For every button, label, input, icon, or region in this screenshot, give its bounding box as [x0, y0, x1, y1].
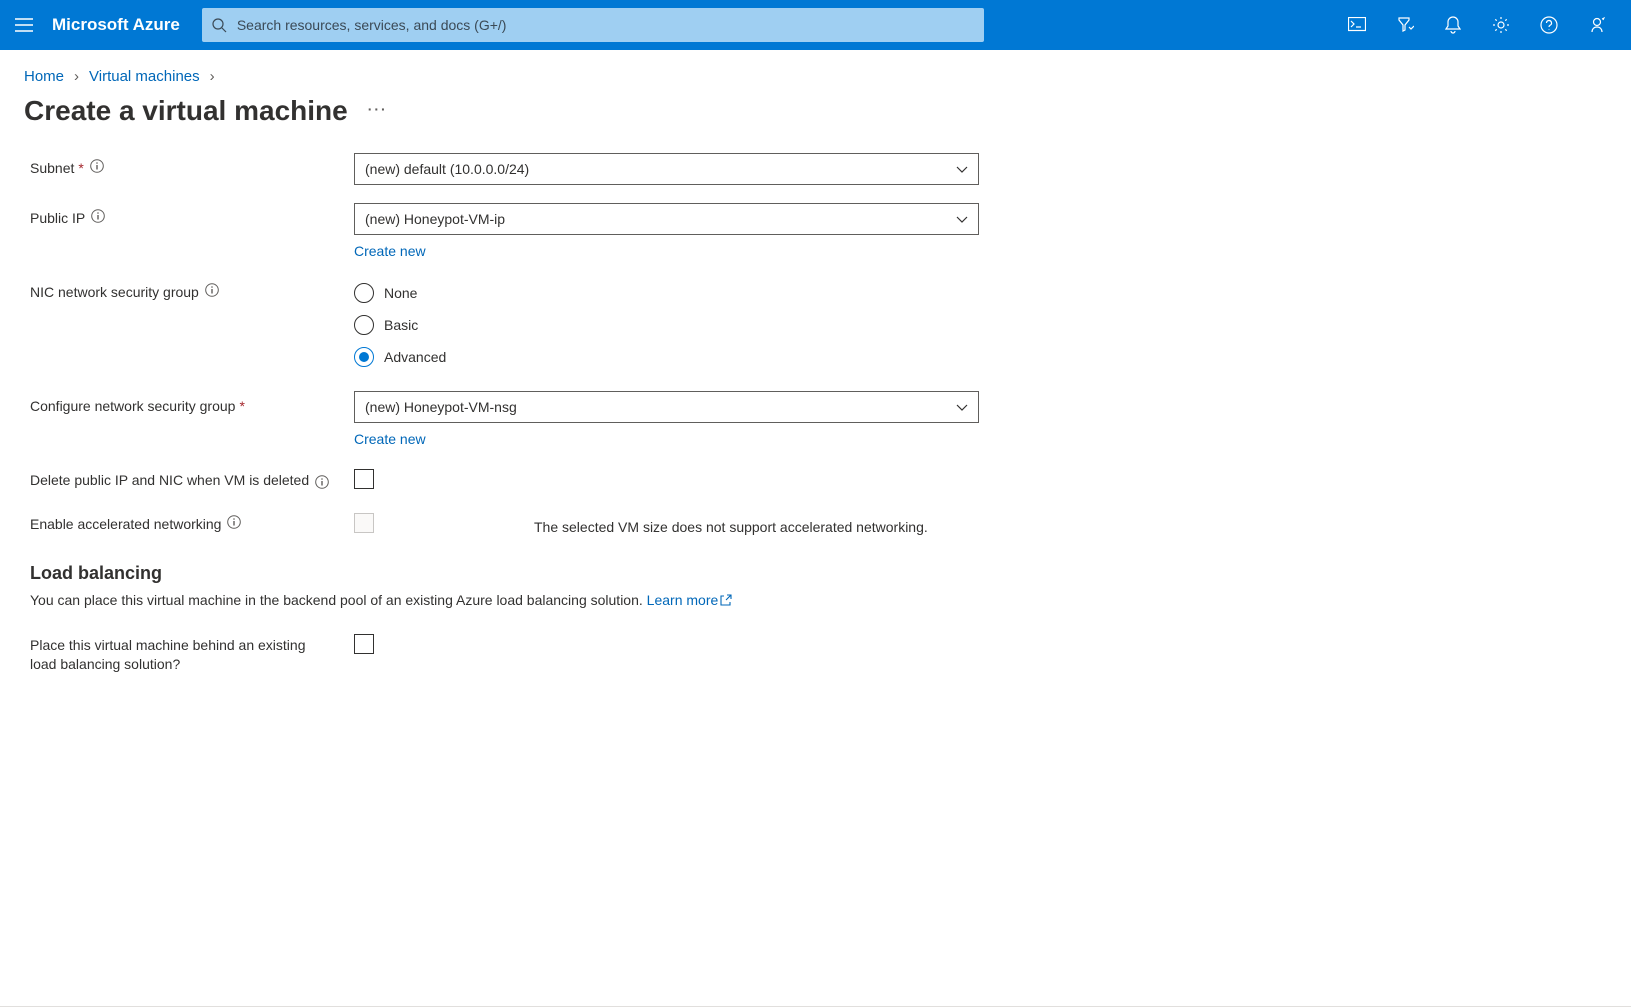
info-icon[interactable]: [315, 475, 329, 489]
subnet-value: (new) default (10.0.0.0/24): [365, 161, 529, 177]
external-link-icon: [720, 594, 732, 606]
nsg-radio-basic[interactable]: Basic: [354, 309, 979, 341]
chevron-down-icon: [956, 399, 968, 415]
delete-ip-label: Delete public IP and NIC when VM is dele…: [30, 471, 309, 491]
bell-icon: [1445, 16, 1461, 34]
info-icon[interactable]: [227, 515, 241, 529]
notifications-button[interactable]: [1429, 0, 1477, 50]
info-icon[interactable]: [205, 283, 219, 297]
delete-ip-checkbox[interactable]: [354, 469, 374, 489]
cloud-shell-icon: [1348, 17, 1366, 33]
directory-filter-icon: [1396, 16, 1414, 34]
chevron-down-icon: [956, 161, 968, 177]
nsg-radio-advanced[interactable]: Advanced: [354, 341, 979, 373]
nsg-option-none-label: None: [384, 285, 417, 301]
confnsg-dropdown[interactable]: (new) Honeypot-VM-nsg: [354, 391, 979, 423]
breadcrumb: Home › Virtual machines ›: [0, 50, 1631, 91]
gear-icon: [1492, 16, 1510, 34]
publicip-value: (new) Honeypot-VM-ip: [365, 211, 505, 227]
nsg-label: NIC network security group: [30, 283, 199, 303]
loadbal-title: Load balancing: [30, 563, 1631, 584]
cloud-shell-button[interactable]: [1333, 0, 1381, 50]
more-actions-button[interactable]: ···: [368, 101, 388, 121]
subnet-label: Subnet: [30, 159, 74, 179]
nsg-option-advanced-label: Advanced: [384, 349, 446, 365]
breadcrumb-vms[interactable]: Virtual machines: [89, 68, 200, 85]
confnsg-create-new-link[interactable]: Create new: [354, 431, 426, 447]
required-marker: *: [239, 397, 244, 417]
chevron-right-icon: ›: [74, 68, 79, 85]
publicip-create-new-link[interactable]: Create new: [354, 243, 426, 259]
confnsg-label: Configure network security group: [30, 397, 235, 417]
hamburger-menu-button[interactable]: [0, 0, 48, 50]
subnet-dropdown[interactable]: (new) default (10.0.0.0/24): [354, 153, 979, 185]
breadcrumb-home[interactable]: Home: [24, 68, 64, 85]
help-button[interactable]: [1525, 0, 1573, 50]
info-icon[interactable]: [90, 159, 104, 173]
accel-label: Enable accelerated networking: [30, 515, 221, 535]
loadbal-learn-more-link[interactable]: Learn more: [647, 592, 733, 608]
nsg-radio-none[interactable]: None: [354, 277, 979, 309]
chevron-right-icon: ›: [210, 68, 215, 85]
feedback-icon: [1588, 16, 1606, 34]
feedback-button[interactable]: [1573, 0, 1621, 50]
publicip-dropdown[interactable]: (new) Honeypot-VM-ip: [354, 203, 979, 235]
required-marker: *: [78, 159, 83, 179]
place-lb-label: Place this virtual machine behind an exi…: [30, 636, 320, 675]
radio-selected-icon: [354, 347, 374, 367]
accel-checkbox: [354, 513, 374, 533]
chevron-down-icon: [956, 211, 968, 227]
confnsg-value: (new) Honeypot-VM-nsg: [365, 399, 517, 415]
page-title: Create a virtual machine: [24, 95, 348, 127]
publicip-label: Public IP: [30, 209, 85, 229]
search-placeholder: Search resources, services, and docs (G+…: [237, 17, 507, 33]
directory-filter-button[interactable]: [1381, 0, 1429, 50]
place-lb-checkbox[interactable]: [354, 634, 374, 654]
hamburger-icon: [15, 18, 33, 32]
brand-label: Microsoft Azure: [48, 15, 198, 35]
nsg-option-basic-label: Basic: [384, 317, 418, 333]
loadbal-desc: You can place this virtual machine in th…: [30, 592, 647, 608]
radio-icon: [354, 315, 374, 335]
help-icon: [1540, 16, 1558, 34]
accel-message: The selected VM size does not support ac…: [534, 513, 928, 535]
search-icon: [212, 18, 227, 33]
global-search-input[interactable]: Search resources, services, and docs (G+…: [202, 8, 984, 42]
radio-icon: [354, 283, 374, 303]
settings-button[interactable]: [1477, 0, 1525, 50]
info-icon[interactable]: [91, 209, 105, 223]
